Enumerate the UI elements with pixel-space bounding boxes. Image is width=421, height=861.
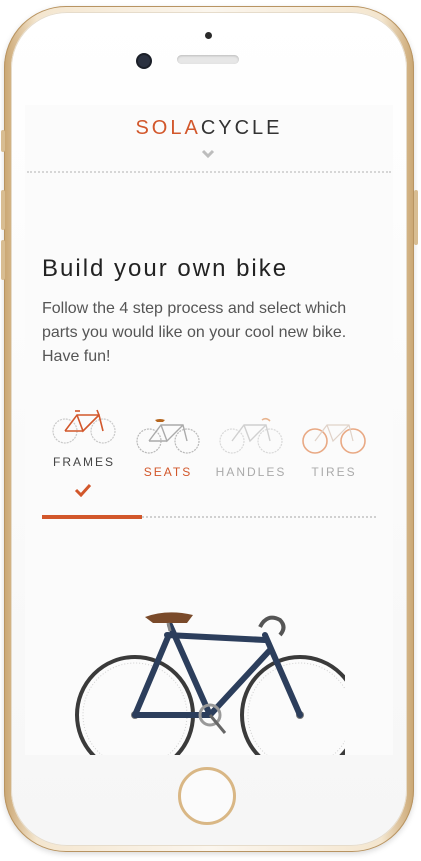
chevron-down-icon[interactable] (201, 149, 215, 159)
app-logo[interactable]: SOLACYCLE (25, 117, 393, 140)
power-button (414, 190, 418, 245)
page-title: Build your own bike (42, 255, 289, 282)
app-screen: SOLACYCLE Build your own bike Follow the… (25, 105, 393, 755)
front-camera-icon (138, 55, 150, 67)
step-tires[interactable]: TIRES (294, 415, 374, 479)
volume-down-button (1, 240, 5, 280)
header-divider (27, 171, 391, 173)
step-handles[interactable]: HANDLES (211, 415, 291, 479)
step-seats[interactable]: SEATS (128, 415, 208, 479)
bike-seat-icon (136, 419, 200, 454)
logo-accent-text: SOLA (135, 117, 201, 139)
app-header: SOLACYCLE (25, 105, 393, 173)
mute-switch (1, 130, 5, 152)
proximity-sensor (205, 32, 212, 39)
bike-preview-image (75, 612, 345, 755)
logo-main-text: CYCLE (200, 117, 283, 139)
volume-up-button (1, 190, 5, 230)
step-label-handles: HANDLES (215, 465, 287, 479)
progress-fill (42, 515, 143, 519)
step-label-frames: FRAMES (52, 455, 115, 469)
home-button[interactable] (178, 767, 236, 825)
step-label-tires: TIRES (311, 465, 357, 479)
earpiece-speaker (177, 55, 239, 64)
step-frames[interactable]: FRAMES (44, 405, 124, 497)
step-label-seats: SEATS (143, 465, 193, 479)
bike-frame-icon (52, 409, 116, 444)
bike-handles-icon (219, 417, 283, 454)
bike-tires-icon (302, 424, 366, 454)
checkmark-icon (74, 483, 92, 497)
page-description: Follow the 4 step process and select whi… (42, 300, 347, 365)
